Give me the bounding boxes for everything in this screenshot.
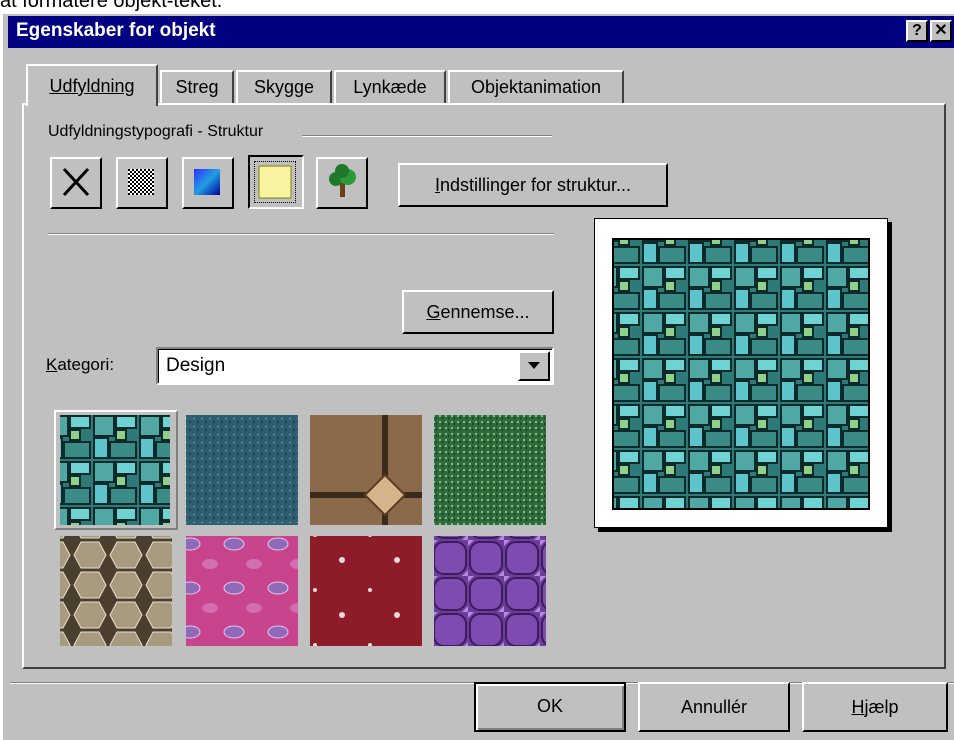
- texture-teal-stone[interactable]: [60, 415, 170, 525]
- tab-udfyldning[interactable]: Udfyldning: [26, 64, 158, 106]
- texture-green-marble[interactable]: [434, 415, 546, 525]
- texture-purple-tiles[interactable]: [434, 536, 546, 646]
- ok-button[interactable]: OK: [474, 682, 626, 732]
- help-button[interactable]: Hjælp: [802, 682, 948, 732]
- texture-preview-frame: [594, 218, 888, 528]
- texture-red-figures[interactable]: [310, 536, 422, 646]
- texture-blue-granite[interactable]: [186, 415, 298, 525]
- texture-pink-paisley[interactable]: [186, 536, 298, 646]
- texture-preview: [612, 238, 870, 510]
- cancel-button[interactable]: Annullér: [638, 682, 790, 732]
- texture-hexagon-stone[interactable]: [60, 536, 172, 646]
- texture-brown-tiles[interactable]: [310, 415, 422, 525]
